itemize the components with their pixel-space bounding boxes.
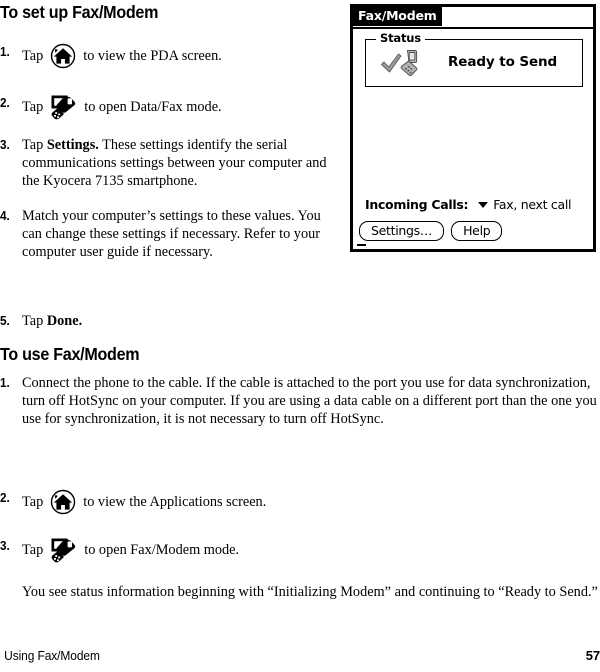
step-text: Tap Done. <box>22 312 341 330</box>
pda-app-title: Fax/Modem <box>353 7 442 26</box>
step-number: 3. <box>0 538 10 553</box>
step-text: Connect the phone to the cable. If the c… <box>22 375 597 428</box>
step-text-after-icon: to view the Applications screen. <box>83 493 267 510</box>
step-text-before-icon: Tap <box>22 542 44 559</box>
list-item: 2. Tap to open Data/Fax mode. <box>0 94 340 121</box>
step-text-before-icon: Tap <box>22 99 44 116</box>
step-number: 4. <box>0 208 10 223</box>
step-text: Match your computer’s settings to these … <box>22 208 321 261</box>
step-text-after-icon: to open Data/Fax mode. <box>84 99 222 116</box>
list-item: 5. Tap Done. <box>0 312 341 330</box>
pda-screenshot: Fax/Modem Status Ready to Send Incoming … <box>350 4 596 252</box>
step-emphasis: Settings. <box>46 137 99 153</box>
data-fax-icon[interactable] <box>50 94 77 121</box>
step-text: Tap Settings. These settings identify th… <box>22 136 341 191</box>
list-item: 1. Tap to view the PDA screen. <box>0 43 340 69</box>
list-item: 1. Connect the phone to the cable. If th… <box>0 374 598 429</box>
step-text-after-icon: to open Fax/Modem mode. <box>84 542 240 559</box>
step-number: 1. <box>0 375 10 390</box>
step-number: 5. <box>0 313 10 328</box>
check-and-phone-icon <box>380 48 422 80</box>
manual-page: To set up Fax/Modem 1. Tap to view the P… <box>0 0 600 672</box>
status-message: Ready to Send <box>448 54 558 70</box>
step-number: 3. <box>0 137 10 152</box>
incoming-calls-label: Incoming Calls: <box>365 197 469 212</box>
step-lead: Tap <box>22 137 47 153</box>
step-emphasis: Done. <box>46 313 83 329</box>
incoming-calls-value[interactable]: Fax, next call <box>493 197 571 212</box>
heading-to-set-up-fax-modem: To set up Fax/Modem <box>0 2 159 22</box>
help-button[interactable]: Help <box>451 221 503 241</box>
step-text-before-icon: Tap <box>22 493 44 510</box>
incoming-calls-row: Incoming Calls: Fax, next call <box>365 197 571 212</box>
pda-button-bar: Settings… Help <box>359 221 503 241</box>
status-note-text: You see status information beginning wit… <box>22 584 598 600</box>
pda-title-bar: Fax/Modem <box>353 7 593 29</box>
footer-section-title: Using Fax/Modem <box>4 648 100 663</box>
heading-to-use-fax-modem: To use Fax/Modem <box>0 344 140 364</box>
list-item: 3. Tap to open Fax/Modem mode. <box>0 537 400 564</box>
step-number: 2. <box>0 95 10 110</box>
list-item: 3. Tap Settings. These settings identify… <box>0 136 341 191</box>
step-lead: Tap <box>22 313 47 329</box>
list-item: 4. Match your computer’s settings to the… <box>0 207 341 262</box>
step-text-after-icon: to view the PDA screen. <box>83 47 222 64</box>
home-icon[interactable] <box>50 43 76 69</box>
step-number: 1. <box>0 44 10 59</box>
page-footer: Using Fax/Modem 57 <box>0 648 600 663</box>
chevron-down-icon[interactable] <box>478 201 489 208</box>
step-text-before-icon: Tap <box>22 47 44 64</box>
step-number: 2. <box>0 490 10 505</box>
data-fax-icon[interactable] <box>50 537 77 564</box>
home-icon[interactable] <box>50 489 76 515</box>
status-group-box: Status Ready to Send <box>365 32 583 87</box>
status-group-label: Status <box>376 32 425 45</box>
settings-button[interactable]: Settings… <box>359 221 445 241</box>
scroll-indicator <box>357 244 366 246</box>
list-item: 2. Tap to view the Applications screen. <box>0 489 400 515</box>
footer-page-number: 57 <box>585 648 600 663</box>
